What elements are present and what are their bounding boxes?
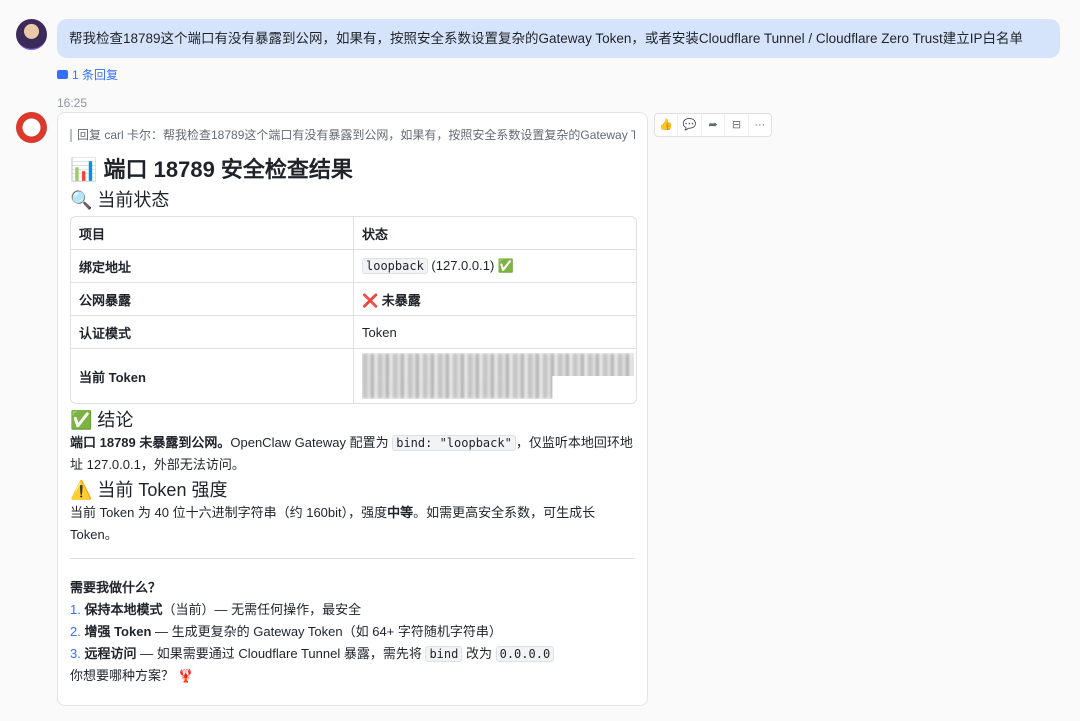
timestamp: 16:25 [57, 96, 87, 110]
conclusion-text: 端口 18789 未暴露到公网。OpenClaw Gateway 配置为 bin… [70, 432, 635, 476]
text: OpenClaw Gateway 配置为 [230, 435, 392, 450]
table-header: 项目状态 [71, 217, 636, 250]
list-number: 3. [70, 646, 81, 661]
status-heading: 🔍 当前状态 [70, 188, 635, 212]
strength-text: 当前 Token 为 40 位十六进制字符串（约 160bit），强度中等。如需… [70, 502, 635, 546]
thread-replies-link[interactable]: 1 条回复 [57, 66, 118, 83]
cell-item: 认证模式 [71, 316, 354, 349]
text: — 生成更复杂的 Gateway Token（如 64+ 字符随机字符串） [151, 624, 501, 639]
bar-chart-icon: 📊 [70, 157, 104, 182]
table-row: 当前 Token [71, 349, 636, 403]
text: 当前 Token 为 40 位十六进制字符串（约 160bit），强度 [70, 505, 387, 520]
status-heading-text: 当前状态 [97, 190, 169, 210]
list-number: 2. [70, 624, 81, 639]
inline-code: bind [425, 646, 462, 662]
list-number: 1. [70, 602, 81, 617]
inline-code: loopback [362, 258, 428, 274]
cell-value [354, 349, 636, 403]
pin-icon[interactable]: ⊟ [725, 114, 748, 136]
more-icon[interactable]: ··· [749, 114, 771, 136]
title-text: 端口 18789 安全检查结果 [104, 157, 353, 182]
cell-value: loopback (127.0.0.1) ✅ [354, 250, 636, 283]
closing-question: 你想要哪种方案？ 🦞 [70, 665, 635, 687]
reply-quote[interactable]: 回复 carl 卡尔：帮我检查18789这个端口有没有暴露到公网，如果有，按照安… [70, 129, 635, 142]
message-actions-toolbar: 👍 💬 ➦ ⊟ ··· [654, 113, 772, 137]
option-3: 3. 远程访问 — 如果需要通过 Cloudflare Tunnel 暴露，需先… [70, 643, 635, 665]
table-row: 公网暴露❌ 未暴露 [71, 283, 636, 316]
warning-icon: ⚠️ [70, 480, 97, 500]
table-row: 认证模式Token [71, 316, 636, 349]
divider [70, 558, 635, 559]
bot-message-card: 回复 carl 卡尔：帮我检查18789这个端口有没有暴露到公网，如果有，按照安… [57, 112, 648, 706]
text: 改为 [462, 646, 495, 661]
forward-icon[interactable]: ➦ [702, 114, 725, 136]
bold-text: 增强 Token [84, 624, 151, 639]
conclusion-heading-text: 结论 [97, 410, 133, 430]
text: （当前）— 无需任何操作，最安全 [162, 602, 361, 617]
cell-item: 当前 Token [71, 349, 354, 403]
result-title: 📊 端口 18789 安全检查结果 [70, 156, 635, 184]
reply-count: 1 条回复 [72, 66, 118, 83]
thumbs-up-icon[interactable]: 👍 [655, 114, 678, 136]
redacted-token [362, 353, 634, 399]
magnifier-icon: 🔍 [70, 190, 97, 210]
text: — 如果需要通过 Cloudflare Tunnel 暴露，需先将 [136, 646, 425, 661]
status-table: 项目状态 绑定地址loopback (127.0.0.1) ✅ 公网暴露❌ 未暴… [70, 216, 637, 404]
user-message: 帮我检查18789这个端口有没有暴露到公网，如果有，按照安全系数设置复杂的Gat… [57, 19, 1060, 58]
inline-code: 0.0.0.0 [496, 646, 555, 662]
option-2: 2. 增强 Token — 生成更复杂的 Gateway Token（如 64+… [70, 621, 635, 643]
table-row: 绑定地址loopback (127.0.0.1) ✅ [71, 250, 636, 283]
todo-heading: 需要我做什么？ [70, 577, 635, 599]
value-text: (127.0.0.1) ✅ [428, 258, 514, 273]
cell-item: 公网暴露 [71, 283, 354, 316]
inline-code: bind: "loopback" [392, 435, 516, 451]
comment-icon[interactable]: 💬 [678, 114, 701, 136]
bot-avatar[interactable] [16, 112, 47, 143]
option-1: 1. 保持本地模式（当前）— 无需任何操作，最安全 [70, 599, 635, 621]
strength-heading: ⚠️ 当前 Token 强度 [70, 478, 635, 502]
check-icon: ✅ [70, 410, 97, 430]
bold-text: 远程访问 [84, 646, 136, 661]
header-status: 状态 [354, 217, 636, 250]
bold-text: 端口 18789 未暴露到公网。 [70, 435, 230, 450]
cell-value: ❌ 未暴露 [354, 283, 636, 316]
bold-text: 中等 [387, 505, 413, 520]
comment-icon [57, 70, 68, 79]
bold-text: 保持本地模式 [84, 602, 162, 617]
header-item: 项目 [71, 217, 354, 250]
cell-value: Token [354, 316, 636, 349]
user-avatar[interactable] [16, 19, 47, 50]
conclusion-heading: ✅ 结论 [70, 408, 635, 432]
strength-heading-text: 当前 Token 强度 [97, 480, 227, 500]
cell-item: 绑定地址 [71, 250, 354, 283]
